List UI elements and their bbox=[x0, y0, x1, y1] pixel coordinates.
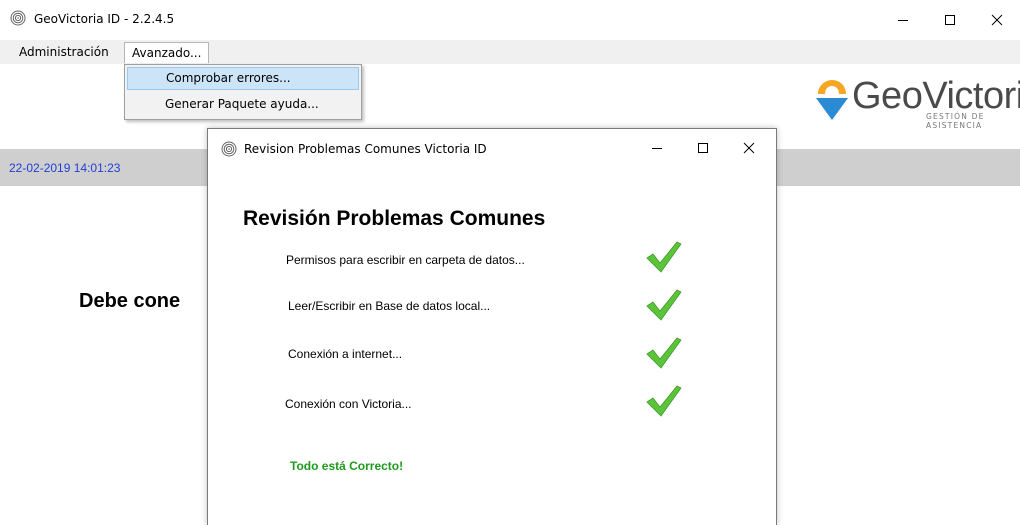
menu-avanzado[interactable]: Avanzado... bbox=[124, 42, 210, 63]
fingerprint-icon bbox=[221, 141, 237, 157]
fingerprint-icon bbox=[10, 10, 26, 26]
maximize-button[interactable] bbox=[927, 0, 973, 40]
geovictoria-logo: GeoVictoria GESTIÓN DE ASISTENCIA bbox=[808, 74, 1020, 130]
geovictoria-logo-icon bbox=[816, 80, 848, 120]
close-button[interactable] bbox=[974, 0, 1020, 40]
close-icon bbox=[743, 142, 755, 154]
minimize-button[interactable] bbox=[880, 0, 926, 40]
menu-comprobar-errores[interactable]: Comprobar errores... bbox=[127, 67, 359, 90]
result-message: Todo está Correcto! bbox=[290, 459, 404, 473]
maximize-icon bbox=[698, 143, 708, 153]
revision-dialog: Revision Problemas Comunes Victoria ID R… bbox=[207, 128, 777, 525]
check-label-internet: Conexión a internet... bbox=[288, 347, 403, 361]
main-message: Debe cone bbox=[79, 290, 181, 312]
window-title: GeoVictoria ID - 2.2.4.5 bbox=[34, 12, 175, 26]
main-titlebar[interactable]: GeoVictoria ID - 2.2.4.5 bbox=[0, 0, 1020, 40]
avanzado-dropdown: Comprobar errores... Generar Paquete ayu… bbox=[124, 64, 362, 120]
logo-subtitle: GESTIÓN DE ASISTENCIA bbox=[926, 112, 985, 130]
minimize-icon bbox=[898, 20, 908, 21]
dialog-minimize-button[interactable] bbox=[634, 129, 680, 167]
check-label-permisos: Permisos para escribir en carpeta de dat… bbox=[286, 253, 525, 267]
checkmark-icon bbox=[646, 241, 682, 273]
checkmark-icon bbox=[646, 385, 682, 417]
check-label-base-datos: Leer/Escribir en Base de datos local... bbox=[288, 299, 491, 313]
checkmark-icon bbox=[646, 337, 682, 369]
dialog-titlebar[interactable]: Revision Problemas Comunes Victoria ID bbox=[208, 129, 776, 167]
menu-bar: Administración Avanzado... bbox=[0, 40, 1020, 64]
check-label-victoria: Conexión con Victoria... bbox=[285, 397, 412, 411]
menu-administracion[interactable]: Administración bbox=[12, 42, 116, 63]
dialog-close-button[interactable] bbox=[726, 129, 772, 167]
dialog-heading: Revisión Problemas Comunes bbox=[243, 207, 546, 230]
dialog-maximize-button[interactable] bbox=[680, 129, 726, 167]
checkmark-icon bbox=[646, 289, 682, 321]
close-icon bbox=[991, 14, 1003, 26]
menu-generar-paquete-ayuda[interactable]: Generar Paquete ayuda... bbox=[127, 94, 359, 117]
dialog-title: Revision Problemas Comunes Victoria ID bbox=[244, 142, 487, 156]
minimize-icon bbox=[652, 148, 662, 149]
maximize-icon bbox=[945, 15, 955, 25]
timestamp: 22-02-2019 14:01:23 bbox=[9, 161, 121, 175]
